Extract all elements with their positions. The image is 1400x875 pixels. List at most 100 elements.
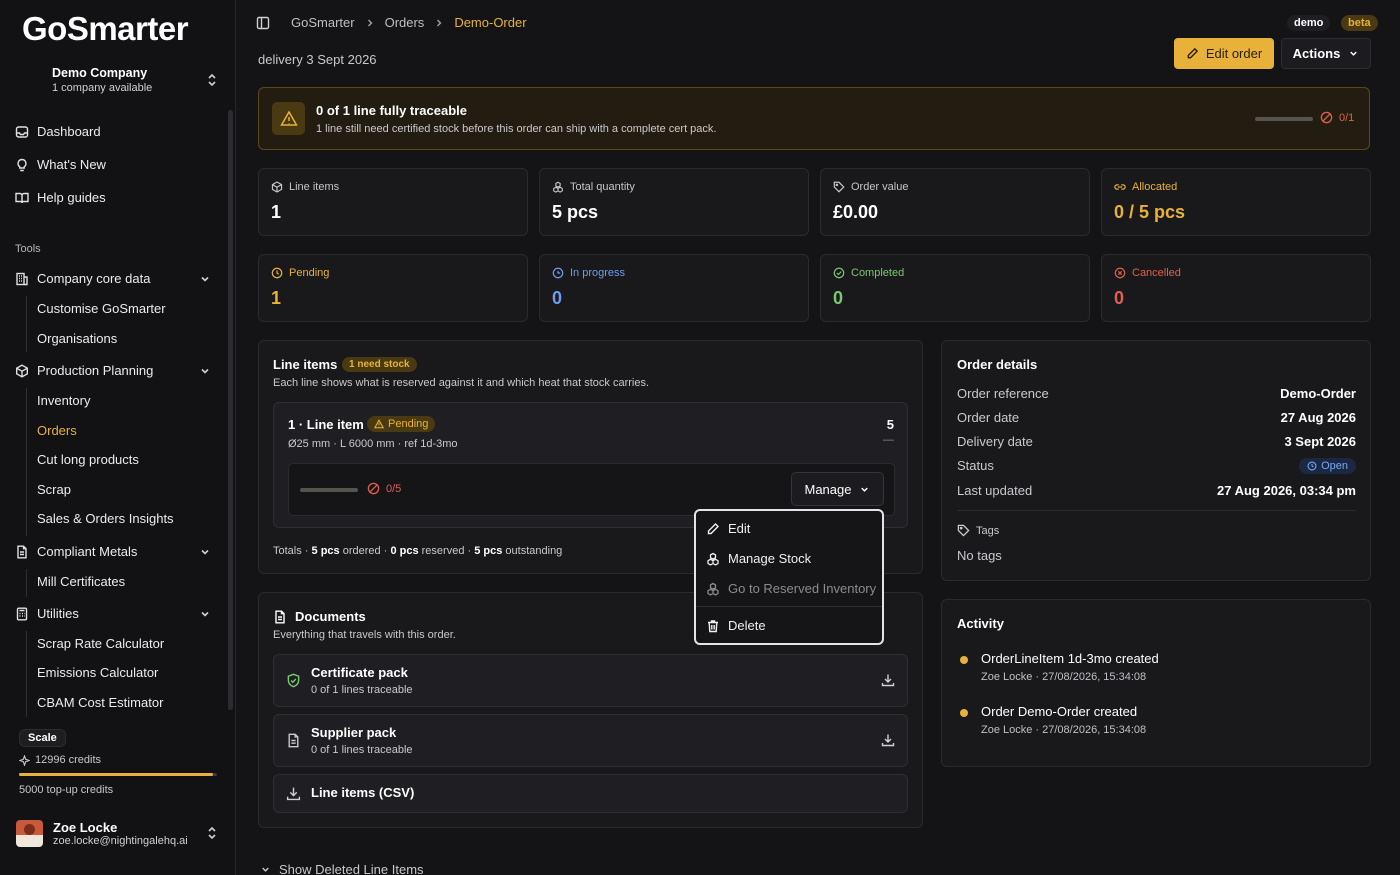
stat-card-order-value: Order value £0.00: [820, 168, 1090, 236]
line-item-title: 1 · Line item: [288, 417, 364, 432]
menu-item-delete[interactable]: Delete: [706, 618, 766, 633]
stat-card-total-quantity: Total quantity 5 pcs: [539, 168, 809, 236]
plan-badge: Scale: [19, 729, 66, 747]
trash-icon: [706, 619, 720, 633]
nav-sales-orders-insights[interactable]: Sales & Orders Insights: [37, 511, 174, 526]
activity-text: OrderLineItem 1d-3mo created: [981, 651, 1159, 666]
nav-dashboard[interactable]: Dashboard: [15, 124, 101, 139]
divider: [957, 510, 1356, 511]
status-card-pending[interactable]: Pending 1: [258, 254, 528, 322]
sidebar-toggle-icon[interactable]: [256, 16, 270, 30]
stat-label: Allocated: [1132, 181, 1178, 193]
activity-meta: Zoe Locke · 27/08/2026, 15:34:08: [981, 724, 1147, 736]
line-item-count: 0/5: [367, 482, 401, 495]
alert-description: 1 line still need certified stock before…: [316, 123, 717, 135]
line-item-count-text: 0/5: [386, 482, 402, 495]
group-company-core-data[interactable]: Company core data: [15, 271, 215, 286]
alert-count-text: 0/1: [1339, 111, 1355, 124]
nav-inventory[interactable]: Inventory: [37, 393, 90, 408]
chevron-down-icon[interactable]: [199, 365, 211, 377]
download-icon[interactable]: [881, 673, 895, 687]
chevron-down-icon: [260, 864, 271, 875]
status-label: Pending: [289, 267, 330, 279]
nav-organisations[interactable]: Organisations: [37, 331, 117, 346]
user-email: zoe.locke@nightingalehq.ai: [53, 835, 188, 847]
doc-supplier-pack[interactable]: Supplier pack 0 of 1 lines traceable: [273, 714, 908, 767]
edit-order-button[interactable]: Edit order: [1174, 38, 1274, 69]
status-value: 0: [552, 288, 563, 308]
totals-reserved: 0 pcs: [390, 545, 419, 557]
group-production-planning[interactable]: Production Planning: [15, 363, 215, 378]
line-item-spec: Ø25 mm · L 6000 mm · ref 1d-3mo: [288, 438, 458, 450]
chevrons-updown-icon[interactable]: [206, 826, 218, 840]
activity-title: Activity: [957, 616, 1004, 631]
line-item-status-text: Pending: [388, 418, 429, 430]
status-card-cancelled[interactable]: Cancelled 0: [1101, 254, 1371, 322]
nav-scrap[interactable]: Scrap: [37, 482, 71, 497]
manage-button[interactable]: Manage: [791, 472, 884, 506]
chevron-down-icon: [1348, 48, 1359, 59]
nav-cut-long-products[interactable]: Cut long products: [37, 452, 139, 467]
sidebar-scrollbar[interactable]: [228, 110, 233, 710]
topup-credits: 5000 top-up credits: [19, 784, 114, 796]
pencil-icon: [706, 522, 720, 536]
user-menu[interactable]: Zoe Locke zoe.locke@nightingalehq.ai: [16, 820, 188, 847]
warning-icon: [374, 419, 384, 429]
chevron-down-icon[interactable]: [199, 273, 211, 285]
totals-outstanding: 5 pcs: [474, 545, 503, 557]
nav-cbam-cost-estimator[interactable]: CBAM Cost Estimator: [37, 695, 163, 710]
breadcrumb-gosmarter[interactable]: GoSmarter: [291, 15, 355, 30]
traceability-alert: 0 of 1 line fully traceable 1 line still…: [258, 87, 1370, 150]
tags-label: Tags: [957, 524, 999, 537]
nav-help-guides[interactable]: Help guides: [15, 190, 106, 205]
nav-scrap-rate-calculator[interactable]: Scrap Rate Calculator: [37, 636, 164, 651]
env-badge-demo: demo: [1287, 15, 1331, 31]
detail-key: Last updated: [957, 483, 1033, 498]
status-value: 1: [271, 288, 282, 308]
doc-line-items-csv[interactable]: Line items (CSV): [273, 774, 908, 813]
detail-order-reference: Order reference Demo-Order: [957, 386, 1356, 401]
activity-text: Order Demo-Order created: [981, 704, 1138, 719]
progress-icon: [552, 267, 564, 279]
sparkle-icon: [19, 754, 30, 766]
nav-whats-new[interactable]: What's New: [15, 157, 106, 172]
download-icon[interactable]: [881, 733, 895, 747]
chevron-down-icon: [859, 484, 870, 495]
doc-certificate-pack[interactable]: Certificate pack 0 of 1 lines traceable: [273, 654, 908, 707]
show-deleted-toggle[interactable]: Show Deleted Line Items: [260, 862, 424, 875]
prohibited-icon: [367, 482, 380, 495]
nav-emissions-calculator[interactable]: Emissions Calculator: [37, 665, 158, 680]
tree-line: [26, 631, 27, 717]
status-value: 0: [833, 288, 844, 308]
group-compliant-metals[interactable]: Compliant Metals: [15, 544, 215, 559]
tree-line: [26, 388, 27, 536]
menu-item-edit[interactable]: Edit: [706, 521, 750, 536]
nav-customise-gosmarter[interactable]: Customise GoSmarter: [37, 301, 166, 316]
status-card-in-progress[interactable]: In progress 0: [539, 254, 809, 322]
status-card-completed[interactable]: Completed 0: [820, 254, 1090, 322]
nav-orders[interactable]: Orders: [37, 423, 77, 438]
company-name: Demo Company: [52, 66, 148, 80]
stat-card-allocated: Allocated 0 / 5 pcs: [1101, 168, 1371, 236]
status-label: Completed: [851, 267, 905, 279]
actions-button[interactable]: Actions: [1281, 38, 1371, 69]
documents-title: Documents: [295, 609, 366, 624]
avatar: [16, 820, 43, 847]
company-switcher[interactable]: Demo Company 1 company available: [52, 66, 152, 94]
activity-panel: [941, 599, 1371, 767]
chevron-right-icon: [365, 18, 375, 28]
nav-mill-certificates[interactable]: Mill Certificates: [37, 574, 125, 589]
detail-key: Delivery date: [957, 434, 1033, 449]
tag-icon: [833, 181, 845, 193]
app-logo[interactable]: GoSmarter: [22, 10, 189, 48]
group-utilities[interactable]: Utilities: [15, 606, 215, 621]
breadcrumb-orders[interactable]: Orders: [385, 15, 425, 30]
credits-progress-fill: [19, 773, 214, 776]
stat-value: 5 pcs: [552, 202, 599, 222]
menu-item-manage-stock[interactable]: Manage Stock: [706, 551, 811, 566]
download-icon: [286, 786, 301, 801]
boxes-icon: [706, 582, 720, 596]
chevron-down-icon[interactable]: [199, 546, 211, 558]
chevrons-updown-icon[interactable]: [206, 73, 218, 87]
chevron-down-icon[interactable]: [199, 608, 211, 620]
